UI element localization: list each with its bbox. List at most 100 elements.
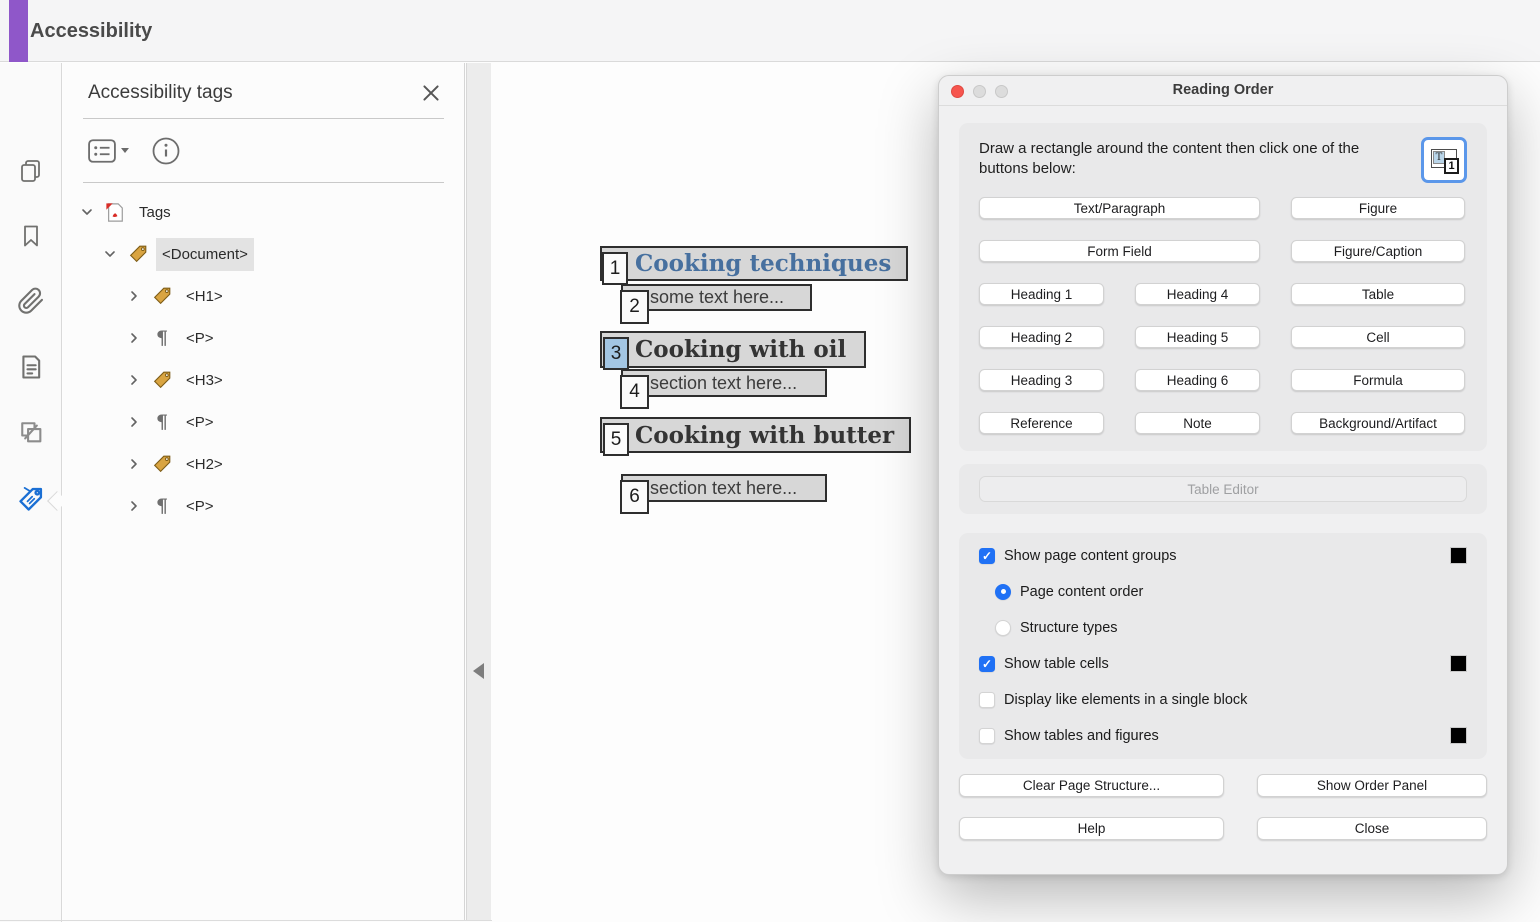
chevron-down-icon [121, 148, 129, 153]
left-tool-strip [0, 63, 62, 922]
show-page-content-groups-checkbox[interactable] [979, 548, 995, 564]
tree-item-label: <P> [180, 322, 220, 355]
content-region[interactable]: Cooking techniques [600, 246, 908, 281]
reading-order-tool-icon[interactable]: T 1 [1421, 137, 1467, 183]
reading-order-badge[interactable]: 1 [602, 252, 628, 285]
tag-icon [151, 453, 173, 475]
cell-button[interactable]: Cell [1291, 326, 1465, 348]
tree-item-h2[interactable]: <H2> [63, 443, 464, 485]
instructions-text: Draw a rectangle around the content then… [979, 137, 1411, 180]
tree-item-h3[interactable]: <H3> [63, 359, 464, 401]
table-editor-section: Table Editor [959, 464, 1487, 514]
content-region[interactable]: section text here... [621, 369, 827, 397]
content-region[interactable]: Cooking with oil [600, 331, 866, 368]
accessibility-tag-icon[interactable] [17, 485, 45, 513]
tree-item-label: <Document> [156, 238, 254, 271]
heading-3-button[interactable]: Heading 3 [979, 369, 1104, 391]
heading-5-button[interactable]: Heading 5 [1135, 326, 1260, 348]
dialog-titlebar: Reading Order [939, 76, 1507, 106]
form-field-button[interactable]: Form Field [979, 240, 1260, 262]
option-row: Show table cells [979, 655, 1467, 672]
chevron-down-icon[interactable] [79, 204, 95, 220]
option-row: Page content order [979, 583, 1467, 600]
bookmark-icon[interactable] [17, 222, 45, 250]
reading-order-badge[interactable]: 4 [620, 375, 649, 409]
tagging-section: Draw a rectangle around the content then… [959, 123, 1487, 451]
chevron-right-icon[interactable] [126, 330, 142, 346]
page-content-order-radio[interactable] [995, 584, 1011, 600]
heading-6-button[interactable]: Heading 6 [1135, 369, 1260, 391]
figure-caption-button[interactable]: Figure/Caption [1291, 240, 1465, 262]
chevron-right-icon[interactable] [126, 372, 142, 388]
tree-item-tags[interactable]: Tags [63, 191, 464, 233]
info-icon[interactable] [151, 136, 181, 166]
tree-item-p[interactable]: ¶ <P> [63, 317, 464, 359]
show-tables-figures-checkbox[interactable] [979, 728, 995, 744]
reading-order-badge-selected[interactable]: 3 [603, 337, 629, 370]
note-button[interactable]: Note [1135, 412, 1260, 434]
content-region[interactable]: some text here... [621, 284, 812, 311]
region-body-text: section text here... [623, 373, 797, 394]
clear-page-structure-button[interactable]: Clear Page Structure... [959, 774, 1224, 797]
divider [83, 182, 444, 183]
page-title: Accessibility [30, 0, 152, 62]
option-label: Show tables and figures [1004, 728, 1159, 744]
display-like-elements-checkbox[interactable] [979, 692, 995, 708]
help-button[interactable]: Help [959, 817, 1224, 840]
paragraph-icon: ¶ [151, 327, 173, 349]
table-editor-button: Table Editor [979, 476, 1467, 502]
chevron-right-icon[interactable] [126, 288, 142, 304]
pdf-file-icon [104, 201, 126, 223]
page-icon[interactable] [17, 353, 45, 381]
window-minimize-button[interactable] [973, 85, 986, 98]
page-copy-icon[interactable] [17, 157, 45, 185]
content-order-icon[interactable] [17, 418, 45, 446]
option-label: Display like elements in a single block [1004, 692, 1247, 708]
table-button[interactable]: Table [1291, 283, 1465, 305]
reading-order-badge[interactable]: 2 [620, 290, 649, 324]
tree-item-label: <H1> [180, 280, 229, 313]
structure-types-radio[interactable] [995, 620, 1011, 636]
reference-button[interactable]: Reference [979, 412, 1104, 434]
figure-button[interactable]: Figure [1291, 197, 1465, 219]
divider [0, 920, 492, 921]
paperclip-icon[interactable] [17, 287, 45, 315]
window-close-button[interactable] [951, 85, 964, 98]
tree-item-h1[interactable]: <H1> [63, 275, 464, 317]
tree-item-p[interactable]: ¶ <P> [63, 401, 464, 443]
region-heading-text: Cooking with butter [602, 422, 894, 449]
chevron-right-icon[interactable] [126, 456, 142, 472]
option-label: Show page content groups [1004, 548, 1177, 564]
option-row: Show tables and figures [979, 727, 1467, 744]
reading-order-badge[interactable]: 5 [603, 423, 629, 456]
display-options-section: Show page content groups Page content or… [959, 533, 1487, 759]
window-zoom-button[interactable] [995, 85, 1008, 98]
chevron-right-icon[interactable] [126, 498, 142, 514]
chevron-right-icon[interactable] [126, 414, 142, 430]
tree-item-document[interactable]: <Document> [63, 233, 464, 275]
tag-options-menu-button[interactable] [88, 139, 129, 163]
show-order-panel-button[interactable]: Show Order Panel [1257, 774, 1487, 797]
panel-resize-gutter[interactable] [466, 63, 491, 921]
paragraph-icon: ¶ [151, 411, 173, 433]
tree-item-label: <H3> [180, 364, 229, 397]
option-label: Structure types [1020, 620, 1118, 636]
background-artifact-button[interactable]: Background/Artifact [1291, 412, 1465, 434]
close-icon[interactable] [420, 82, 442, 104]
heading-4-button[interactable]: Heading 4 [1135, 283, 1260, 305]
text-paragraph-button[interactable]: Text/Paragraph [979, 197, 1260, 219]
collapse-panel-arrow-icon[interactable] [473, 663, 484, 679]
heading-2-button[interactable]: Heading 2 [979, 326, 1104, 348]
tree-item-p[interactable]: ¶ <P> [63, 485, 464, 527]
formula-button[interactable]: Formula [1291, 369, 1465, 391]
show-table-cells-checkbox[interactable] [979, 656, 995, 672]
close-button[interactable]: Close [1257, 817, 1487, 840]
reading-order-badge[interactable]: 6 [620, 480, 649, 514]
content-region[interactable]: Cooking with butter [600, 417, 911, 453]
color-swatch[interactable] [1450, 655, 1467, 672]
heading-1-button[interactable]: Heading 1 [979, 283, 1104, 305]
color-swatch[interactable] [1450, 547, 1467, 564]
content-region[interactable]: section text here... [621, 474, 827, 502]
chevron-down-icon[interactable] [102, 246, 118, 262]
color-swatch[interactable] [1450, 727, 1467, 744]
